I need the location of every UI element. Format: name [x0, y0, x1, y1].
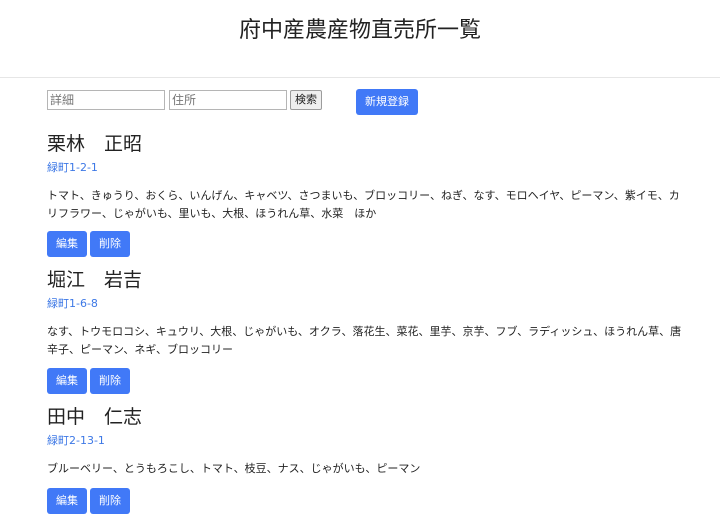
- search-button[interactable]: 検索: [290, 90, 322, 110]
- entry-address-link[interactable]: 緑町2-13-1: [47, 434, 105, 448]
- entry-name: 田中 仁志: [47, 406, 143, 428]
- entry-name: 堀江 岩吉: [47, 269, 143, 291]
- entry-crops: ブルーベリー、とうもろこし、トマト、枝豆、ナス、じゃがいも、ピーマン: [47, 462, 421, 475]
- delete-button[interactable]: 削除: [90, 488, 130, 514]
- entry-name: 栗林 正昭: [47, 133, 143, 155]
- delete-button[interactable]: 削除: [90, 231, 130, 257]
- entry-crops: なす、トウモロコシ、キュウリ、大根、じゃがいも、オクラ、落花生、菜花、里芋、京芋…: [47, 325, 682, 356]
- entry-address-link[interactable]: 緑町1-6-8: [47, 297, 98, 311]
- page-title: 府中産農産物直売所一覧: [238, 18, 481, 43]
- address-search-input[interactable]: [169, 90, 287, 110]
- edit-button[interactable]: 編集: [47, 231, 87, 257]
- edit-button[interactable]: 編集: [47, 488, 87, 514]
- new-registration-button[interactable]: 新規登録: [356, 89, 418, 115]
- delete-button[interactable]: 削除: [90, 368, 130, 394]
- entry-address-link[interactable]: 緑町1-2-1: [47, 161, 98, 175]
- page-header: 府中産農産物直売所一覧: [0, 0, 720, 78]
- detail-search-input[interactable]: [47, 90, 165, 110]
- entry-crops: トマト、きゅうり、おくら、いんげん、キャベツ、さつまいも、ブロッコリー、ねぎ、な…: [47, 189, 680, 220]
- edit-button[interactable]: 編集: [47, 368, 87, 394]
